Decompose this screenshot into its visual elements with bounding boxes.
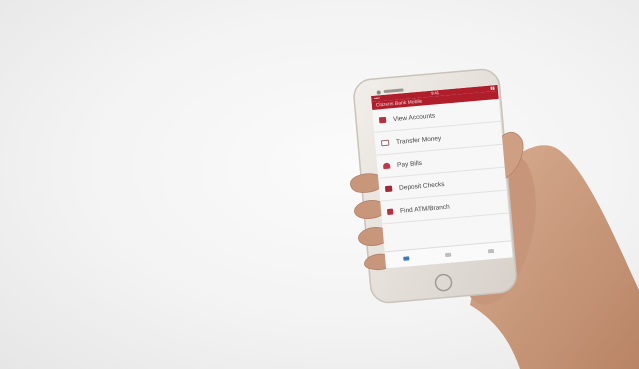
photo-scene — [350, 68, 639, 369]
menu-item-label: Deposit Checks — [398, 180, 445, 192]
lock-icon[interactable] — [445, 252, 452, 258]
phone-screen: •••• 9:41 ▮▮ Citizens Bank Mobile View A… — [371, 84, 513, 269]
home-icon[interactable] — [403, 256, 410, 261]
envelope-icon — [380, 139, 390, 147]
menu-list: View Accounts Transfer Money Pay Bills D… — [372, 98, 509, 225]
atm-icon — [386, 208, 394, 216]
battery-icon: ▮▮ — [490, 85, 495, 91]
more-icon[interactable] — [487, 248, 494, 254]
card-icon — [378, 116, 387, 124]
menu-item-label: Transfer Money — [395, 134, 442, 146]
menu-item-label: Pay Bills — [396, 159, 423, 169]
menu-item-label: View Accounts — [392, 112, 436, 123]
menu-item-label: Find ATM/Branch — [399, 203, 450, 215]
person-icon — [382, 162, 391, 170]
clock: 9:41 — [430, 90, 440, 96]
tower-icon — [384, 185, 393, 193]
